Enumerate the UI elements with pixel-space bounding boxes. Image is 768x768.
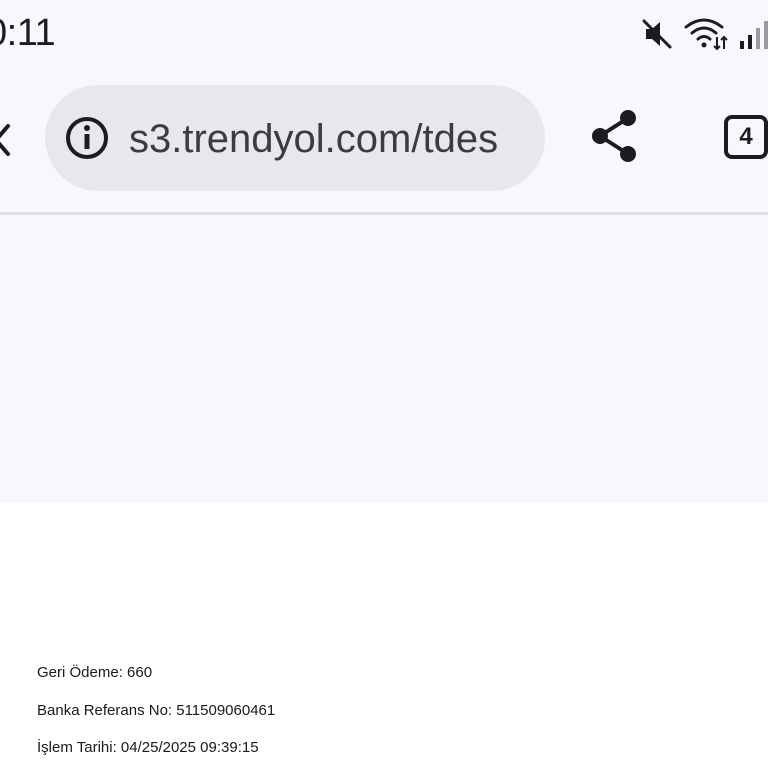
refund-amount: Geri Ödeme: 660 [37, 664, 153, 681]
back-arrow-icon[interactable] [0, 120, 14, 165]
bank-reference-number: Banka Referans No: 511509060461 [37, 702, 276, 719]
url-bar[interactable]: s3.trendyol.com/tdes [45, 85, 545, 191]
tabs-button[interactable]: 4 [724, 115, 768, 159]
browser-toolbar: s3.trendyol.com/tdes 4 [0, 72, 768, 212]
share-icon[interactable] [588, 108, 644, 164]
info-icon[interactable] [63, 114, 111, 167]
url-text[interactable]: s3.trendyol.com/tdes [129, 116, 525, 162]
tab-count: 4 [724, 115, 768, 159]
mute-icon [640, 17, 674, 51]
status-bar: 0:11 [0, 0, 768, 72]
transaction-date: İşlem Tarihi: 04/25/2025 09:39:15 [37, 739, 259, 756]
wifi-icon [684, 17, 728, 51]
status-time: 0:11 [0, 12, 56, 54]
status-icons [640, 16, 768, 52]
browser-screen: 0:11 [0, 0, 768, 768]
page-blank-area [0, 215, 768, 503]
receipt-document: Geri Ödeme: 660 Banka Referans No: 51150… [0, 503, 768, 768]
signal-icon [738, 17, 768, 51]
